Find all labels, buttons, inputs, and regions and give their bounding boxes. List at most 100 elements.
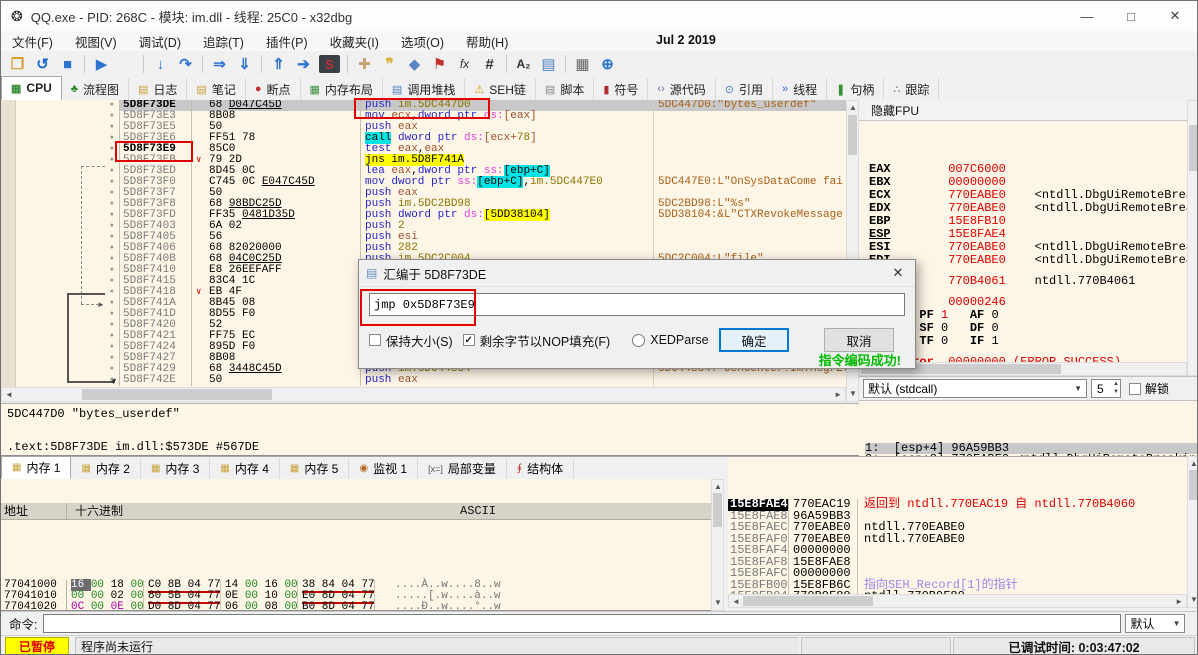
disasm-row[interactable]: ● 5D8F742E 50 push eax — [1, 375, 846, 386]
dump-tab[interactable]: ▦ 内存 1 — [1, 456, 72, 479]
scylla-icon[interactable]: S — [319, 55, 340, 73]
view-tab[interactable]: ∴ 跟踪 — [884, 78, 940, 100]
registers-vscrollbar[interactable] — [1187, 100, 1197, 376]
dialog-close-icon[interactable]: ✕ — [881, 265, 915, 281]
scroll-down-icon[interactable]: ▼ — [849, 390, 857, 398]
view-tab[interactable]: ▤ 日志 — [129, 78, 188, 100]
calculator-icon[interactable]: ▦ — [570, 53, 595, 75]
register-row[interactable]: EIP 770B4061 ntdll.770B4061 — [869, 275, 1187, 288]
scroll-thumb[interactable] — [848, 115, 857, 155]
breakpoint-gutter[interactable]: ● — [1, 331, 119, 342]
menu-item[interactable]: 追踪(T) — [192, 32, 255, 51]
xedparse-radio[interactable] — [632, 333, 646, 347]
breakpoint-gutter[interactable]: ● — [1, 133, 119, 144]
breakpoint-gutter[interactable]: ● — [1, 364, 119, 375]
scroll-thumb[interactable] — [82, 389, 272, 400]
dump-tab[interactable]: ▦ 内存 2 — [71, 458, 141, 479]
view-tab[interactable]: ‹› 源代码 — [648, 78, 716, 100]
dump-tab[interactable]: [x=] 局部变量 — [418, 458, 507, 479]
text-az-icon[interactable]: A₂ — [511, 53, 536, 75]
menu-item[interactable]: 收藏夹(I) — [319, 32, 390, 51]
scroll-right-icon[interactable]: ► — [1175, 598, 1183, 606]
assemble-instruction-input[interactable] — [369, 293, 905, 316]
stack-panel[interactable]: 15E8FAE4 770EAC19 返回到 ntdll.770EAC19 自 n… — [728, 456, 1187, 594]
register-row[interactable]: EDI 770EABE0 <ntdll.DbgUiRemoteBreakin> — [869, 254, 1187, 267]
open-file-icon[interactable]: ❐ — [5, 53, 30, 75]
menu-item[interactable]: 视图(V) — [64, 32, 128, 51]
menu-item[interactable]: 帮助(H) — [455, 32, 519, 51]
breakpoint-gutter[interactable]: ● — [1, 188, 119, 199]
comment-icon[interactable]: ❞ — [377, 53, 402, 75]
view-tab[interactable]: ▮ 符号 — [594, 78, 649, 100]
hash-icon[interactable]: # — [477, 53, 502, 75]
breakpoint-gutter[interactable]: ● — [1, 221, 119, 232]
execute-till-return-icon[interactable]: ⇑ — [266, 53, 291, 75]
ok-button[interactable]: 确定 — [719, 328, 789, 352]
view-tab[interactable]: ❚ 句柄 — [827, 78, 885, 100]
hide-fpu-button[interactable]: 隐藏FPU — [859, 100, 1187, 121]
dump-tab[interactable]: ▦ 内存 4 — [210, 458, 280, 479]
close-button[interactable]: ✕ — [1153, 1, 1197, 31]
nop-fill-checkbox[interactable]: ✓ — [462, 334, 475, 346]
minimize-button[interactable]: — — [1065, 1, 1109, 31]
run-to-selection-icon[interactable]: ⇒ — [207, 53, 232, 75]
breakpoint-gutter[interactable]: ● — [1, 243, 119, 254]
breakpoint-gutter[interactable]: ● — [1, 155, 119, 166]
breakpoint-gutter[interactable]: ● — [1, 309, 119, 320]
view-tab[interactable]: ▤ 调用堆栈 — [383, 78, 466, 100]
breakpoint-gutter[interactable]: ● — [1, 287, 119, 298]
breakpoint-gutter[interactable]: ● — [1, 254, 119, 265]
command-mode-select[interactable]: 默认 ▼ — [1125, 614, 1186, 633]
view-tab[interactable]: ⊙ 引用 — [716, 78, 773, 100]
breakpoint-gutter[interactable]: ● — [1, 375, 119, 386]
dump-tab[interactable]: ▦ 内存 3 — [141, 458, 211, 479]
run-icon[interactable]: ▶ — [89, 53, 114, 75]
dialog-title-bar[interactable]: ▤ 汇编于 5D8F73DE ✕ — [359, 260, 915, 287]
scroll-down-icon[interactable]: ▼ — [1190, 596, 1197, 604]
bookmark-icon[interactable]: ⚑ — [427, 53, 452, 75]
cancel-button[interactable]: 取消 — [824, 328, 894, 352]
view-tab[interactable]: ▤ 脚本 — [536, 78, 595, 100]
menu-item[interactable]: 插件(P) — [255, 32, 319, 51]
patch-icon[interactable]: ✚ — [352, 53, 377, 75]
scroll-thumb[interactable] — [1189, 470, 1197, 500]
scroll-up-icon[interactable]: ▲ — [714, 483, 722, 491]
breakpoint-gutter[interactable]: ● — [1, 210, 119, 221]
scroll-thumb[interactable] — [743, 596, 873, 606]
unlock-checkbox[interactable] — [1129, 382, 1141, 395]
step-over-icon[interactable]: ↷ — [173, 53, 198, 75]
restart-icon[interactable]: ↺ — [30, 53, 55, 75]
arguments-panel[interactable]: 1: [esp+4] 96A59BB32: [esp+8] 770EABE0 <… — [859, 400, 1197, 498]
dump-tab[interactable]: ▦ 内存 5 — [280, 458, 350, 479]
breakpoint-gutter[interactable]: ● — [1, 265, 119, 276]
dump-vscrollbar[interactable]: ▲ ▼ — [711, 479, 724, 611]
view-tab[interactable]: » 线程 — [773, 78, 828, 100]
view-tab[interactable]: ▦ CPU — [1, 76, 62, 100]
breakpoint-gutter[interactable]: ● — [1, 276, 119, 287]
view-tab[interactable]: ● 断点 — [246, 78, 301, 100]
scroll-left-icon[interactable]: ◄ — [5, 391, 13, 399]
breakpoint-gutter[interactable]: ● — [1, 199, 119, 210]
breakpoint-gutter[interactable]: ● — [1, 298, 119, 309]
view-tab[interactable]: ▤ 笔记 — [187, 78, 246, 100]
disassembly-hscrollbar[interactable]: ◄ ► — [1, 387, 846, 402]
memory-dump-panel[interactable]: 地址 十六进制 ASCII 77041000 16 00 18 00 C0 8B… — [1, 479, 711, 611]
breakpoint-gutter[interactable]: ● — [1, 353, 119, 364]
scroll-right-icon[interactable]: ► — [834, 391, 842, 399]
menu-item[interactable]: 文件(F) — [1, 32, 64, 51]
breakpoint-gutter[interactable]: ● — [1, 177, 119, 188]
function-icon[interactable]: fx — [452, 53, 477, 75]
scroll-up-icon[interactable]: ▲ — [849, 104, 857, 112]
calling-convention-select[interactable]: 默认 (stdcall) ▼ — [863, 379, 1087, 398]
scroll-down-icon[interactable]: ▼ — [714, 599, 722, 607]
pause-icon[interactable] — [114, 53, 139, 75]
breakpoint-gutter[interactable]: ● — [1, 232, 119, 243]
scroll-up-icon[interactable]: ▲ — [1190, 460, 1197, 468]
run-to-user-code-icon[interactable]: ➔ — [291, 53, 316, 75]
breakpoint-gutter[interactable]: ● — [1, 166, 119, 177]
stack-vscrollbar[interactable]: ▲ ▼ — [1187, 456, 1197, 608]
scroll-left-icon[interactable]: ◄ — [732, 598, 740, 606]
label-icon[interactable]: ◆ — [402, 53, 427, 75]
breakpoint-gutter[interactable]: ● — [1, 144, 119, 155]
keep-size-checkbox[interactable] — [369, 334, 381, 346]
